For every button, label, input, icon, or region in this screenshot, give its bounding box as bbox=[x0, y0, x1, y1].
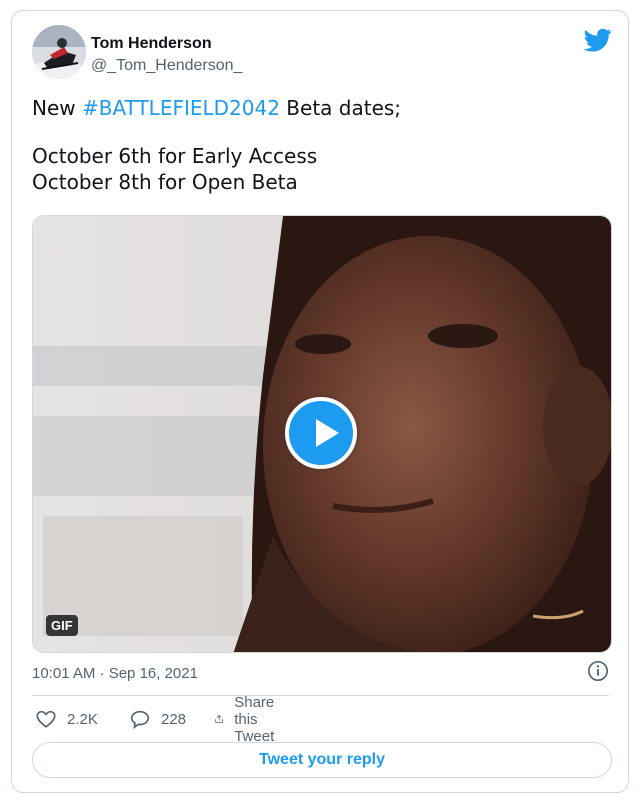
play-button[interactable] bbox=[285, 397, 357, 469]
play-icon bbox=[316, 419, 339, 447]
tweet-line-3: October 8th for Open Beta bbox=[32, 170, 298, 194]
avatar[interactable] bbox=[32, 25, 86, 79]
reply-count: 228 bbox=[161, 710, 187, 728]
share-action[interactable]: Share this Tweet bbox=[214, 694, 286, 745]
like-count: 2.2K bbox=[67, 710, 98, 728]
tweet-your-reply-button[interactable]: Tweet your reply bbox=[32, 742, 612, 778]
reply-action[interactable]: 228 bbox=[129, 705, 186, 733]
heart-icon bbox=[36, 710, 56, 728]
tweet-prefix: New bbox=[32, 96, 82, 120]
tweet-suffix: Beta dates; bbox=[279, 96, 402, 120]
reply-icon bbox=[130, 710, 150, 730]
hashtag-link[interactable]: #BATTLEFIELD2042 bbox=[82, 96, 280, 120]
gif-badge: GIF bbox=[46, 615, 78, 636]
like-action[interactable]: 2.2K bbox=[35, 705, 98, 733]
gif-media[interactable]: GIF bbox=[32, 215, 612, 653]
divider bbox=[32, 695, 609, 696]
share-icon bbox=[215, 714, 223, 723]
tweet-timestamp[interactable]: 10:01 AM · Sep 16, 2021 bbox=[32, 665, 198, 682]
tweet-line-2: October 6th for Early Access bbox=[32, 144, 318, 168]
author-name[interactable]: Tom Henderson bbox=[91, 35, 212, 53]
twitter-bird-icon[interactable] bbox=[584, 26, 612, 54]
tweet-line-1: New #BATTLEFIELD2042 Beta dates; bbox=[32, 95, 607, 121]
tweet-card: Tom Henderson @_Tom_Henderson_ New #BATT… bbox=[11, 10, 629, 793]
info-icon[interactable] bbox=[587, 660, 609, 682]
author-handle[interactable]: @_Tom_Henderson_ bbox=[91, 57, 242, 75]
tweet-text: New #BATTLEFIELD2042 Beta dates; October… bbox=[32, 95, 607, 195]
share-label: Share this Tweet bbox=[234, 693, 275, 745]
